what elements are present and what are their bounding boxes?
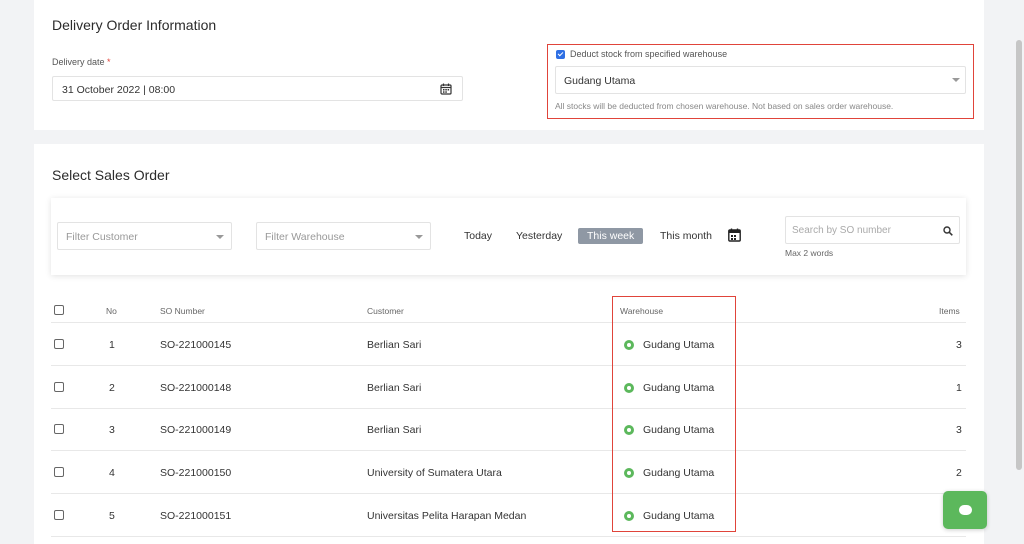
row-checkbox[interactable] (54, 424, 64, 434)
row-items: 3 (956, 424, 962, 436)
period-yesterday[interactable]: Yesterday (516, 230, 562, 242)
chevron-down-icon (952, 78, 960, 82)
row-no: 4 (109, 467, 115, 479)
header-divider (51, 322, 966, 323)
sales-order-card: Select Sales Order Filter Customer Filte… (34, 144, 984, 544)
row-customer: Universitas Pelita Harapan Medan (367, 510, 527, 522)
row-divider (51, 493, 966, 494)
row-no: 1 (109, 339, 115, 351)
row-customer: University of Sumatera Utara (367, 467, 502, 479)
warehouse-note: All stocks will be deducted from chosen … (555, 101, 894, 111)
row-items: 1 (956, 382, 962, 394)
row-divider (51, 365, 966, 366)
row-so-number: SO-221000149 (160, 424, 232, 436)
chevron-down-icon (415, 235, 423, 239)
search-so-input[interactable]: Search by SO number (785, 216, 960, 244)
row-no: 2 (109, 382, 115, 394)
row-customer: Berlian Sari (367, 382, 422, 394)
search-so-placeholder: Search by SO number (792, 225, 891, 236)
row-checkbox[interactable] (54, 382, 64, 392)
select-all-checkbox[interactable] (54, 305, 64, 315)
calendar-icon[interactable] (728, 228, 741, 242)
row-no: 5 (109, 510, 115, 522)
row-so-number: SO-221000151 (160, 510, 232, 522)
filter-warehouse-select[interactable]: Filter Warehouse (256, 222, 431, 250)
warehouse-column-highlight (612, 296, 736, 532)
required-mark: * (107, 57, 111, 67)
chat-button[interactable] (943, 491, 987, 529)
row-customer: Berlian Sari (367, 339, 422, 351)
filter-warehouse-placeholder: Filter Warehouse (265, 231, 345, 243)
warehouse-select[interactable]: Gudang Utama (555, 66, 966, 94)
deduct-warehouse-highlight: Deduct stock from specified warehouse Gu… (547, 44, 974, 119)
column-header-so-number: SO Number (160, 306, 205, 316)
row-so-number: SO-221000150 (160, 467, 232, 479)
row-items: 2 (956, 467, 962, 479)
delivery-date-input[interactable]: 31 October 2022 | 08:00 (52, 76, 463, 101)
search-hint: Max 2 words (785, 248, 834, 258)
row-divider (51, 408, 966, 409)
filter-customer-placeholder: Filter Customer (66, 231, 138, 243)
warehouse-select-value: Gudang Utama (564, 75, 636, 87)
delivery-date-value: 31 October 2022 | 08:00 (62, 84, 176, 96)
column-header-no: No (106, 306, 117, 316)
row-so-number: SO-221000145 (160, 339, 232, 351)
chevron-down-icon (216, 235, 224, 239)
filter-panel: Filter Customer Filter Warehouse Today Y… (51, 198, 966, 275)
calendar-icon[interactable] (440, 83, 452, 95)
row-checkbox[interactable] (54, 467, 64, 477)
delivery-date-label: Delivery date * (52, 57, 111, 67)
sales-order-title: Select Sales Order (52, 167, 170, 183)
row-customer: Berlian Sari (367, 424, 422, 436)
chat-icon (959, 505, 972, 515)
period-this-week[interactable]: This week (578, 228, 644, 244)
period-this-month[interactable]: This month (660, 230, 712, 242)
delivery-info-title: Delivery Order Information (52, 17, 217, 33)
search-icon[interactable] (943, 226, 953, 236)
row-divider (51, 536, 966, 537)
delivery-info-card: Delivery Order Information Delivery date… (34, 0, 984, 130)
row-divider (51, 450, 966, 451)
column-header-items: Items (939, 306, 960, 316)
row-checkbox[interactable] (54, 510, 64, 520)
deduct-stock-checkbox[interactable] (556, 50, 565, 59)
row-so-number: SO-221000148 (160, 382, 232, 394)
row-checkbox[interactable] (54, 339, 64, 349)
row-items: 3 (956, 339, 962, 351)
deduct-stock-label: Deduct stock from specified warehouse (570, 49, 728, 59)
row-no: 3 (109, 424, 115, 436)
period-today[interactable]: Today (464, 230, 492, 242)
filter-customer-select[interactable]: Filter Customer (57, 222, 232, 250)
page-scrollbar[interactable] (1016, 40, 1022, 470)
column-header-customer: Customer (367, 306, 404, 316)
